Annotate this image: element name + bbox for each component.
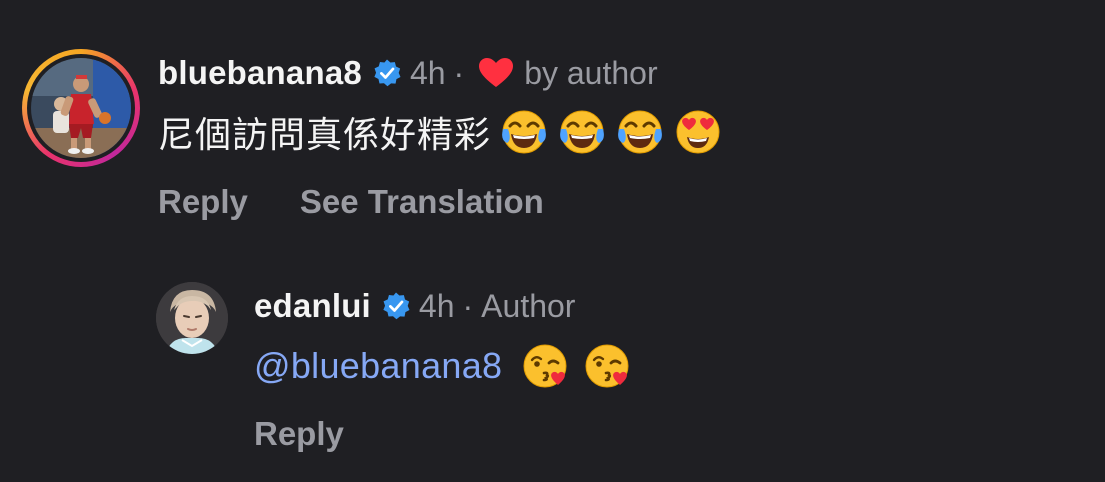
avatar-ring-gap <box>27 54 135 162</box>
reply-button[interactable]: Reply <box>254 415 344 453</box>
face-with-tears-of-joy-icon <box>615 107 665 157</box>
avatar-portrait-image <box>156 282 228 354</box>
meta-separator: · <box>453 54 465 91</box>
comment-header: bluebanana8 4h · by author <box>158 51 658 95</box>
comment-username[interactable]: bluebanana8 <box>158 54 362 92</box>
heart-icon <box>478 57 514 89</box>
reply-body: @bluebanana8 <box>254 338 632 394</box>
avatar-basketball-player-image <box>31 58 131 158</box>
smiling-face-with-heart-eyes-icon <box>673 107 723 157</box>
face-with-tears-of-joy-icon <box>499 107 549 157</box>
verified-badge-icon <box>381 291 411 321</box>
comment-text: 尼個訪問真係好精彩 <box>158 115 492 156</box>
liked-by-author-label: by author <box>524 54 658 91</box>
avatar <box>31 58 131 158</box>
comments-thread: bluebanana8 4h · by author 尼個訪問真係好精彩 Rep… <box>0 0 1105 482</box>
reply-actions: Reply <box>254 412 344 456</box>
comment-time: 4h <box>409 54 446 91</box>
reply-button[interactable]: Reply <box>158 183 248 221</box>
reply-time: 4h <box>418 287 455 324</box>
face-blowing-a-kiss-icon <box>582 341 632 391</box>
meta-separator: · <box>462 287 474 324</box>
comment-actions: Reply See Translation <box>158 180 544 224</box>
face-blowing-a-kiss-icon <box>520 341 570 391</box>
author-badge: Author <box>481 287 576 324</box>
verified-badge-icon <box>372 58 402 88</box>
see-translation-button[interactable]: See Translation <box>300 183 544 221</box>
comment-body: 尼個訪問真係好精彩 <box>158 104 723 160</box>
story-ring-avatar[interactable] <box>22 49 140 167</box>
reply-username[interactable]: edanlui <box>254 287 371 325</box>
face-with-tears-of-joy-icon <box>557 107 607 157</box>
reply-avatar[interactable] <box>156 282 228 354</box>
reply-header: edanlui 4h · Author <box>254 284 575 328</box>
mention-link[interactable]: @bluebanana8 <box>254 345 502 387</box>
